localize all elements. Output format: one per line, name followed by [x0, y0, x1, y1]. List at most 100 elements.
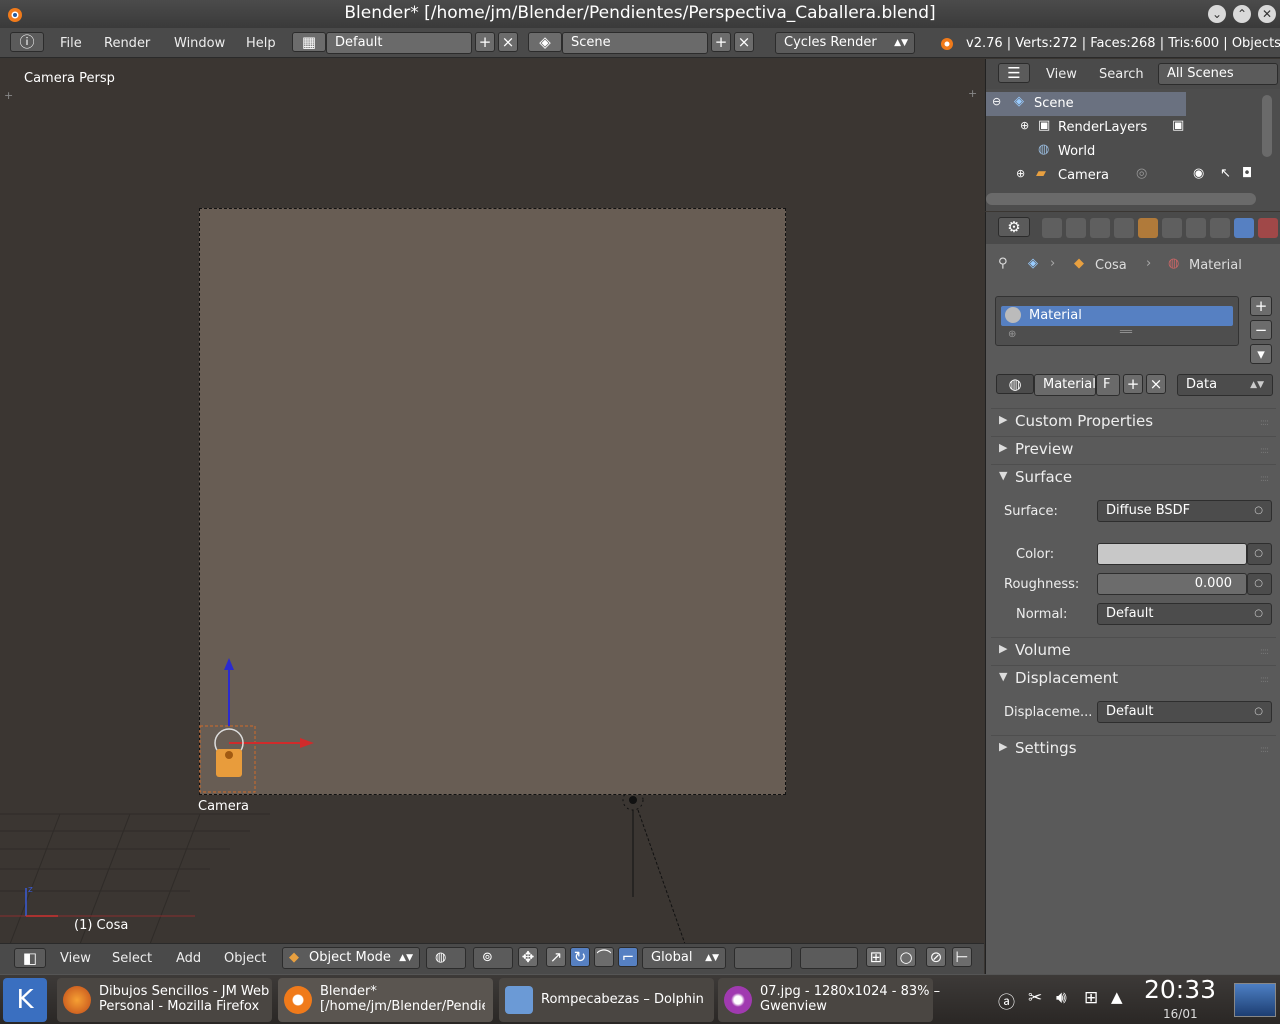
translate-manipulator-icon[interactable]: ↗ — [546, 947, 566, 967]
editor-type-info-icon[interactable]: ⓘ — [10, 32, 44, 52]
scene-name-field[interactable]: Scene — [562, 32, 708, 54]
displacement-select[interactable]: Default ○ — [1097, 701, 1272, 723]
scene-add-icon[interactable]: + — [711, 32, 731, 52]
task-firefox[interactable]: Dibujos Sencillos - JM Web Personal - Moz… — [57, 978, 272, 1022]
material-name-field[interactable]: Material — [1034, 374, 1096, 396]
toolshelf-toggle-icon[interactable]: + — [4, 89, 13, 102]
roughness-link-button[interactable]: ○ — [1247, 573, 1272, 595]
tab-data-icon[interactable] — [1210, 218, 1230, 238]
menu-render[interactable]: Render — [104, 36, 150, 51]
outliner-item-renderlayers[interactable]: ⊕ ▣ RenderLayers ▣ — [986, 116, 1266, 140]
outliner-item-camera[interactable]: ⊕ ▰ Camera ◎ ◉ ↖ ◘ — [986, 164, 1266, 188]
tab-scene-icon[interactable] — [1090, 218, 1110, 238]
tab-constraints-icon[interactable] — [1162, 218, 1182, 238]
menu-select[interactable]: Select — [112, 951, 152, 966]
camera-object[interactable] — [196, 656, 321, 796]
panel-displacement[interactable]: ▼ Displacement:::: — [991, 665, 1276, 691]
lamp-object[interactable] — [600, 779, 700, 949]
panel-volume[interactable]: ▶ Volume:::: — [991, 637, 1276, 663]
selectability-cursor-icon[interactable]: ↖ — [1220, 166, 1231, 181]
desktop-pager[interactable] — [1234, 983, 1276, 1017]
outliner-menu-search[interactable]: Search — [1099, 67, 1144, 82]
tab-texture-icon[interactable] — [1258, 218, 1278, 238]
outliner-item-scene[interactable]: ⊖ ◈ Scene — [986, 92, 1186, 116]
outliner-display-mode[interactable]: All Scenes — [1158, 63, 1278, 85]
manipulator-toggle[interactable]: ✥ — [518, 947, 538, 967]
editor-type-outliner-icon[interactable]: ☰ — [998, 63, 1030, 83]
tab-object-icon[interactable] — [1138, 218, 1158, 238]
viewport-shading-select[interactable]: ◍ — [426, 947, 466, 969]
task-dolphin[interactable]: Rompecabezas – Dolphin — [499, 978, 714, 1022]
panel-settings[interactable]: ▶ Settings:::: — [991, 735, 1276, 761]
tab-renderlayers-icon[interactable] — [1066, 218, 1086, 238]
menu-object[interactable]: Object — [224, 951, 266, 966]
outliner-vertical-scrollbar[interactable] — [1262, 95, 1272, 157]
minimize-button[interactable]: ⌄ — [1208, 5, 1226, 23]
keyboard-layout-icon[interactable]: ⓐ — [998, 988, 1015, 1013]
collapse-icon[interactable]: ⊖ — [992, 95, 1001, 108]
rotate-manipulator-icon[interactable]: ↻ — [570, 947, 590, 967]
menu-file[interactable]: File — [60, 36, 82, 51]
normal-select[interactable]: Default ○ — [1097, 603, 1272, 625]
menu-add[interactable]: Add — [176, 951, 201, 966]
tab-render-icon[interactable] — [1042, 218, 1062, 238]
tray-expand-icon[interactable]: ▲ — [1111, 988, 1123, 1006]
visibility-eye-icon[interactable]: ◉ — [1193, 166, 1204, 181]
expand-icon[interactable]: ⊕ — [1016, 167, 1025, 180]
maximize-button[interactable]: ⌃ — [1233, 5, 1251, 23]
color-link-button[interactable]: ○ — [1247, 543, 1272, 565]
scene-browse-icon[interactable]: ◈ — [528, 32, 562, 52]
layout-browse-icon[interactable]: ▦ — [292, 32, 326, 52]
renderability-camera-icon[interactable]: ◘ — [1242, 166, 1252, 181]
snap-icon[interactable]: ⊘ — [926, 947, 946, 967]
layer-buttons-2[interactable] — [800, 947, 858, 969]
outliner-menu-view[interactable]: View — [1046, 67, 1077, 82]
menu-help[interactable]: Help — [246, 36, 276, 51]
material-unlink-icon[interactable]: × — [1146, 374, 1166, 394]
tab-material-icon[interactable] — [1234, 218, 1254, 238]
panel-custom-properties[interactable]: ▶ Custom Properties:::: — [991, 408, 1276, 434]
roughness-slider[interactable]: 0.000 — [1097, 573, 1247, 595]
scale-manipulator-icon[interactable]: ⌒ — [594, 947, 614, 967]
tab-world-icon[interactable] — [1114, 218, 1134, 238]
add-slot-button[interactable]: + — [1250, 296, 1272, 316]
render-engine-select[interactable]: Cycles Render ▲▼ — [775, 32, 915, 54]
klipper-scissors-icon[interactable]: ✂ — [1028, 988, 1042, 1008]
material-browse-icon[interactable]: ◍ — [996, 374, 1034, 394]
remove-slot-button[interactable]: − — [1250, 320, 1272, 340]
panel-preview[interactable]: ▶ Preview:::: — [991, 436, 1276, 462]
material-slot-row[interactable]: Material — [1001, 306, 1233, 326]
resize-grip-icon[interactable]: ══ — [1120, 327, 1132, 338]
tab-modifiers-icon[interactable] — [1186, 218, 1206, 238]
outliner-item-world[interactable]: ◍ World — [986, 140, 1266, 164]
fake-user-button[interactable]: F — [1096, 374, 1120, 396]
clock-time[interactable]: 20:33 — [1144, 975, 1216, 1004]
editor-type-3dview-icon[interactable]: ◧ — [14, 948, 46, 968]
volume-icon[interactable]: 🔊︎ — [1056, 988, 1067, 1008]
transform-orientation-select[interactable]: Global ▲▼ — [642, 947, 726, 969]
proportional-edit-icon[interactable]: ○ — [896, 947, 916, 967]
layer-lock-icon[interactable]: ⊞ — [866, 947, 886, 967]
material-add-icon[interactable]: + — [1123, 374, 1143, 394]
slot-specials-button[interactable]: ▾ — [1250, 344, 1272, 364]
surface-shader-select[interactable]: Diffuse BSDF ○ — [1097, 500, 1272, 522]
pivot-point-select[interactable]: ⊚ — [473, 947, 513, 969]
network-icon[interactable]: ⊞ — [1084, 988, 1098, 1008]
properties-toggle-icon[interactable]: + — [968, 87, 977, 100]
mode-select[interactable]: ◆ Object Mode ▲▼ — [282, 947, 420, 969]
task-blender[interactable]: Blender* [/home/jm/Blender/Pendien — [278, 978, 493, 1022]
layout-remove-icon[interactable]: × — [498, 32, 518, 52]
expand-icon[interactable]: ⊕ — [1020, 119, 1029, 132]
material-link-select[interactable]: Data ▲▼ — [1177, 374, 1273, 396]
close-button[interactable]: ✕ — [1258, 5, 1276, 23]
layer-buttons-1[interactable] — [734, 947, 792, 969]
panel-surface[interactable]: ▼ Surface:::: — [991, 464, 1276, 490]
color-swatch[interactable] — [1097, 543, 1247, 565]
layout-name-field[interactable]: Default — [326, 32, 472, 54]
outliner-horizontal-scrollbar[interactable] — [986, 193, 1256, 205]
pin-icon[interactable]: ⚲ — [998, 256, 1008, 271]
scale-handle-icon[interactable]: ⌐ — [618, 947, 638, 967]
clock-date[interactable]: 16/01 — [1163, 1007, 1198, 1021]
scene-remove-icon[interactable]: × — [734, 32, 754, 52]
menu-window[interactable]: Window — [174, 36, 225, 51]
